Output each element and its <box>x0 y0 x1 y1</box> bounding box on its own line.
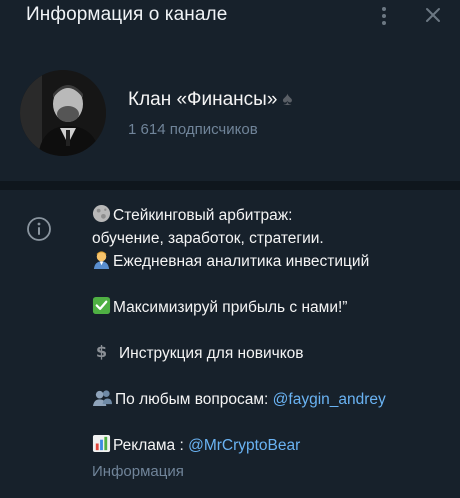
description-line: Максимизируй прибыль с нами!” <box>92 296 452 319</box>
description-line: Реклама : @MrCryptoBear <box>92 434 452 457</box>
channel-profile: Клан «Финансы» ♠ 1 614 подписчиков <box>0 62 460 162</box>
description-text: обучение, заработок, стратегии. <box>92 230 324 247</box>
panel-header: Информация о канале <box>0 0 460 34</box>
more-vertical-icon[interactable] <box>374 4 394 28</box>
channel-name: Клан «Финансы» ♠ <box>128 89 293 111</box>
info-caption: Информация <box>92 463 184 480</box>
svg-text:$: $ <box>96 342 107 361</box>
description-line: $ Инструкция для новичков <box>92 342 452 365</box>
office-worker-icon <box>93 251 110 269</box>
description-line: обучение, заработок, стратегии. <box>92 227 452 250</box>
panel-title: Информация о канале <box>26 4 228 25</box>
close-icon[interactable] <box>420 2 446 28</box>
description-text: Стейкинговый арбитраж: <box>113 207 293 224</box>
info-icon <box>26 216 52 242</box>
description-line: Ежедневная аналитика инвестиций <box>92 250 452 273</box>
contact-link[interactable]: @faygin_andrey <box>273 391 386 408</box>
description-text: Реклама : <box>113 437 189 454</box>
channel-name-text: Клан «Финансы» <box>128 89 278 110</box>
description-line: Стейкинговый арбитраж: <box>92 204 452 227</box>
description-text: Инструкция для новичков <box>119 345 304 362</box>
subscriber-count: 1 614 подписчиков <box>128 121 258 138</box>
description-text: Ежедневная аналитика инвестиций <box>113 253 370 270</box>
spade-icon: ♠ <box>282 89 293 110</box>
section-divider <box>0 181 460 190</box>
description-text: Максимизируй прибыль с нами!” <box>113 299 348 316</box>
check-mark-icon <box>92 296 111 315</box>
dollar-icon: $ <box>96 342 107 361</box>
avatar[interactable] <box>20 70 106 156</box>
description-text: По любым вопросам: <box>115 391 273 408</box>
channel-description: Стейкинговый арбитраж: обучение, заработ… <box>92 204 452 457</box>
people-icon <box>93 390 112 407</box>
moon-icon <box>92 204 111 223</box>
bar-chart-icon <box>92 434 111 453</box>
description-line: По любым вопросам: @faygin_andrey <box>92 388 452 411</box>
ads-link[interactable]: @MrCryptoBear <box>188 437 300 454</box>
